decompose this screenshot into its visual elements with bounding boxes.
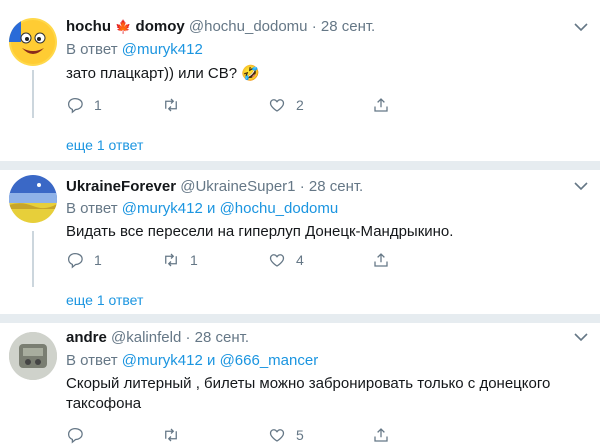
reply-user-link[interactable]: @muryk412 bbox=[122, 41, 203, 58]
tweet-2[interactable]: UkraineForever @UkraineSuper1 · 28 сент.… bbox=[0, 170, 600, 310]
separator-dot: · bbox=[311, 18, 317, 35]
retweet-icon bbox=[165, 98, 177, 112]
tweet-actions: 1 2 bbox=[66, 94, 396, 116]
user-name[interactable]: andre bbox=[66, 329, 107, 346]
reply-count: 1 bbox=[94, 252, 102, 268]
thread-line bbox=[32, 231, 34, 287]
reply-button[interactable]: 1 bbox=[66, 94, 102, 116]
tweet-header: UkraineForever @UkraineSuper1 · 28 сент. bbox=[66, 178, 363, 196]
share-icon bbox=[374, 428, 388, 442]
timestamp[interactable]: 28 сент. bbox=[309, 178, 363, 195]
reply-prefix: В ответ bbox=[66, 41, 118, 58]
reply-prefix: В ответ bbox=[66, 352, 118, 369]
reply-to-line: В ответ @muryk412 и @666_mancer bbox=[66, 352, 318, 370]
tweet-text-line: таксофона bbox=[66, 395, 142, 412]
heart-icon bbox=[269, 429, 285, 442]
like-count: 2 bbox=[296, 97, 304, 113]
reply-button[interactable] bbox=[66, 424, 94, 446]
user-name[interactable]: UkraineForever bbox=[66, 178, 176, 195]
retweet-button[interactable] bbox=[162, 94, 190, 116]
chevron-down-icon[interactable] bbox=[574, 22, 588, 32]
chevron-down-icon[interactable] bbox=[574, 332, 588, 342]
avatar-emoji-smiley[interactable] bbox=[9, 18, 57, 66]
retweet-button[interactable] bbox=[162, 424, 190, 446]
device-photo-avatar-icon bbox=[9, 332, 57, 380]
retweet-button[interactable]: 1 bbox=[162, 249, 198, 271]
tweet-header: hochu 🍁 domoy @hochu_dodomu · 28 сент. bbox=[66, 18, 375, 36]
user-handle[interactable]: @kalinfeld bbox=[111, 329, 181, 346]
like-count: 4 bbox=[296, 252, 304, 268]
like-count: 5 bbox=[296, 427, 304, 443]
tweet-3[interactable]: andre @kalinfeld · 28 сент. В ответ @mur… bbox=[0, 323, 600, 445]
reply-icon bbox=[67, 427, 83, 444]
share-icon bbox=[374, 98, 388, 112]
reply-icon bbox=[67, 97, 83, 114]
tweet-actions: 1 1 4 bbox=[66, 249, 396, 271]
tweet-text: зато плацкарт)) или СВ? 🤣 bbox=[66, 65, 260, 82]
tweet-actions: 5 bbox=[66, 424, 396, 446]
reply-to-line: В ответ @muryk412 и @hochu_dodomu bbox=[66, 200, 338, 218]
tweet-text-line: Скорый литерный , билеты можно заброниро… bbox=[66, 375, 551, 392]
smiley-avatar-icon bbox=[9, 18, 55, 64]
show-more-replies-link[interactable]: еще 1 ответ bbox=[66, 137, 143, 153]
reply-icon bbox=[67, 252, 83, 269]
separator-dot: · bbox=[299, 178, 305, 195]
separator-dot: · bbox=[185, 329, 191, 346]
heart-icon bbox=[269, 254, 285, 267]
retweet-count: 1 bbox=[190, 252, 198, 268]
avatar-device[interactable] bbox=[9, 332, 57, 380]
show-more-replies-link[interactable]: еще 1 ответ bbox=[66, 292, 143, 308]
ukraine-landscape-avatar-icon bbox=[9, 175, 57, 223]
reply-prefix: В ответ bbox=[66, 200, 118, 217]
heart-icon bbox=[269, 99, 285, 112]
reply-count: 1 bbox=[94, 97, 102, 113]
user-name-part2[interactable]: domoy bbox=[136, 18, 185, 35]
tweet-text: Скорый литерный , билеты можно заброниро… bbox=[66, 374, 586, 414]
chevron-down-icon[interactable] bbox=[574, 181, 588, 191]
reply-to-line: В ответ @muryk412 bbox=[66, 41, 203, 59]
share-button[interactable] bbox=[372, 249, 390, 271]
tweet-header: andre @kalinfeld · 28 сент. bbox=[66, 329, 249, 347]
tweet-1[interactable]: hochu 🍁 domoy @hochu_dodomu · 28 сент. В… bbox=[0, 0, 600, 156]
timestamp[interactable]: 28 сент. bbox=[195, 329, 249, 346]
separator bbox=[0, 161, 600, 170]
reply-user-link[interactable]: @hochu_dodomu bbox=[220, 200, 339, 217]
canada-flag-icon: 🍁 bbox=[115, 19, 132, 34]
like-button[interactable]: 5 bbox=[268, 424, 304, 446]
avatar-ukraine[interactable] bbox=[9, 175, 57, 223]
retweet-icon bbox=[165, 253, 177, 267]
reply-and: и bbox=[207, 352, 216, 369]
user-name[interactable]: hochu bbox=[66, 18, 111, 35]
share-button[interactable] bbox=[372, 94, 390, 116]
reply-button[interactable]: 1 bbox=[66, 249, 102, 271]
thread-line bbox=[32, 70, 34, 118]
retweet-icon bbox=[165, 428, 177, 442]
like-button[interactable]: 4 bbox=[268, 249, 304, 271]
like-button[interactable]: 2 bbox=[268, 94, 304, 116]
tweet-text: Видать все пересели на гиперлуп Донецк-М… bbox=[66, 223, 454, 240]
user-handle[interactable]: @hochu_dodomu bbox=[189, 18, 308, 35]
user-handle[interactable]: @UkraineSuper1 bbox=[180, 178, 295, 195]
separator bbox=[0, 314, 600, 323]
share-icon bbox=[374, 253, 388, 267]
reply-user-link[interactable]: @666_mancer bbox=[220, 352, 319, 369]
reply-user-link[interactable]: @muryk412 bbox=[122, 200, 203, 217]
timestamp[interactable]: 28 сент. bbox=[321, 18, 375, 35]
share-button[interactable] bbox=[372, 424, 390, 446]
reply-and: и bbox=[207, 200, 216, 217]
reply-user-link[interactable]: @muryk412 bbox=[122, 352, 203, 369]
